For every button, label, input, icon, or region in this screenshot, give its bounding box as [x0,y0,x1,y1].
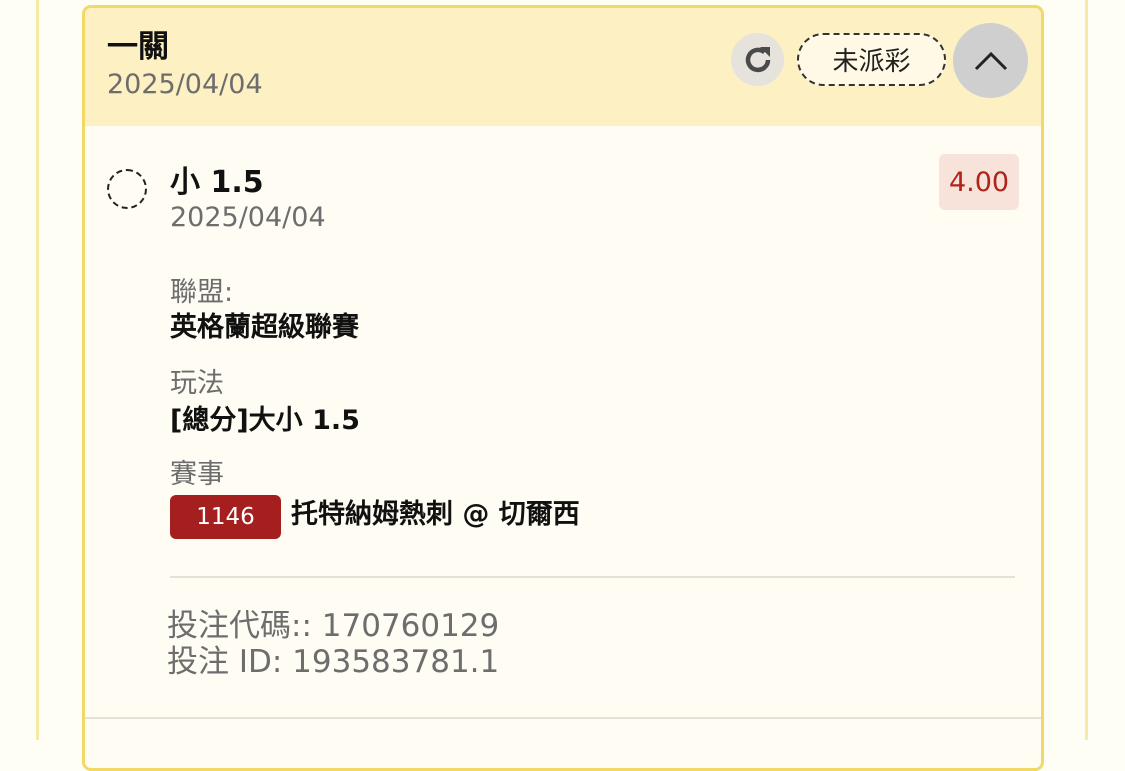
selection-date: 2025/04/04 [170,202,326,233]
collapse-button[interactable] [953,23,1028,98]
event-id-badge: 1146 [170,495,281,539]
bet-code: 投注代碼:: 170760129 [167,608,500,644]
bet-id: 投注 ID: 193583781.1 [167,644,500,680]
bet-card: 一關 2025/04/04 未派彩 小 1.5 2025/04/04 4.00 … [82,5,1044,771]
left-border-line [36,0,39,740]
bottom-divider [85,717,1041,719]
market-value: [總分]大小 1.5 [170,405,360,436]
event-name: 托特納姆熱刺 @ 切爾西 [291,499,580,530]
bet-placed-date: 2025/04/04 [107,69,263,100]
bet-card-header[interactable]: 一關 2025/04/04 未派彩 [85,8,1041,126]
league-value: 英格蘭超級聯賽 [170,312,359,343]
selection-status-circle [107,169,147,209]
settlement-status-badge: 未派彩 [797,33,946,86]
chevron-up-icon [974,51,1007,70]
bet-details: 小 1.5 2025/04/04 4.00 聯盟: 英格蘭超級聯賽 玩法 [總分… [85,126,1041,766]
league-label: 聯盟: [170,277,234,308]
market-label: 玩法 [170,368,224,399]
refresh-icon [745,46,770,72]
event-label: 賽事 [170,459,224,490]
bet-type-title: 一關 [107,29,169,65]
divider [170,576,1015,578]
selection-name: 小 1.5 [170,165,264,200]
odds-badge: 4.00 [939,154,1019,210]
refresh-button[interactable] [731,33,784,86]
right-border-line [1085,0,1088,740]
